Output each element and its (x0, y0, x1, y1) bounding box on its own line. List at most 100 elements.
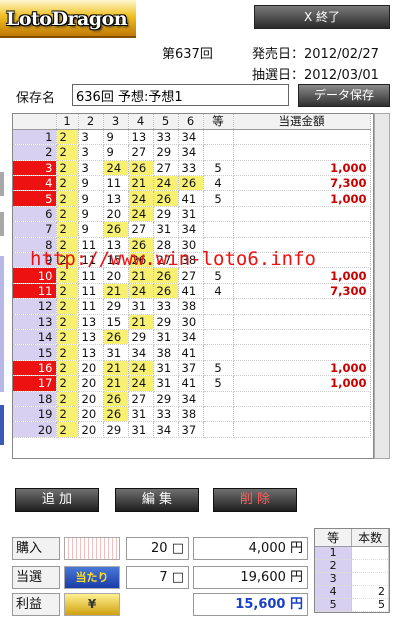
table-row[interactable]: 20 2 20 29 31 34 37 (13, 421, 371, 438)
delete-button[interactable]: 削 除 (213, 488, 297, 512)
table-row[interactable]: 5 2 9 13 24 26 41 5 1,000 (13, 190, 371, 207)
pick-number: 28 (153, 237, 179, 254)
table-row[interactable]: 18 2 20 26 27 29 34 (13, 391, 371, 407)
table-row[interactable]: 1 2 3 9 13 33 34 (13, 129, 371, 146)
rank-count (351, 572, 389, 586)
pick-number: 29 (103, 298, 129, 315)
rank-number: 2 (315, 559, 353, 573)
row-index: 5 (13, 190, 57, 207)
pick-number: 24 (153, 175, 179, 192)
table-row[interactable]: 6 2 9 20 24 29 31 (13, 206, 371, 223)
pick-number: 9 (78, 206, 104, 223)
pick-number: 34 (128, 344, 154, 361)
row-index: 14 (13, 329, 57, 346)
prize-rank (203, 252, 234, 269)
add-button[interactable]: 追 加 (15, 488, 99, 512)
profit-amount: 15,600 円 (193, 593, 308, 616)
edit-button[interactable]: 編 集 (115, 488, 199, 512)
pick-number: 2 (56, 298, 79, 315)
pick-number: 26 (103, 391, 129, 407)
side-tab[interactable] (0, 172, 4, 196)
pick-number: 33 (178, 160, 204, 177)
table-row[interactable]: 15 2 13 31 34 38 41 (13, 344, 371, 361)
pick-number: 37 (178, 421, 204, 438)
pick-number: 2 (56, 206, 79, 223)
yen-icon: ¥ (64, 593, 120, 616)
table-row[interactable]: 17 2 20 21 24 31 41 5 1,000 (13, 375, 371, 392)
column-header[interactable]: 1 (56, 114, 79, 130)
column-header[interactable]: 6 (178, 114, 204, 130)
prize-rank (203, 314, 234, 330)
column-header[interactable] (13, 114, 57, 130)
pick-number: 24 (128, 375, 154, 392)
lottery-date-row: 抽選日：2012/03/01 (252, 64, 379, 83)
pick-number: 2 (56, 237, 79, 254)
prize-amount (233, 221, 371, 238)
table-row[interactable]: 16 2 20 21 24 31 37 5 1,000 (13, 360, 371, 377)
table-row[interactable]: 8 2 11 13 26 28 30 (13, 237, 371, 254)
prize-rank (203, 221, 234, 238)
exit-button[interactable]: X 終了 (254, 5, 390, 29)
column-header[interactable]: 3 (103, 114, 129, 130)
prize-rank: 5 (203, 375, 234, 392)
lottery-date-label: 抽選日： (252, 68, 305, 83)
pick-number: 2 (56, 175, 79, 192)
pick-number: 31 (128, 421, 154, 438)
table-row[interactable]: 11 2 11 21 24 26 41 4 7,300 (13, 283, 371, 300)
table-row[interactable]: 19 2 20 26 31 33 38 (13, 406, 371, 423)
prize-rank (203, 391, 234, 407)
grid-scrollbar[interactable] (374, 113, 390, 459)
purchase-count: 20 □ (126, 537, 189, 560)
pick-number: 29 (153, 144, 179, 161)
prize-rank (203, 206, 234, 223)
pick-number: 9 (103, 144, 129, 161)
pick-number: 15 (103, 314, 129, 330)
pick-number: 33 (153, 298, 179, 315)
table-row[interactable]: 10 2 11 20 21 26 27 5 1,000 (13, 267, 371, 284)
ticket-icon (64, 537, 120, 560)
pick-number: 29 (153, 314, 179, 330)
pick-number: 29 (153, 391, 179, 407)
pick-number: 20 (78, 406, 104, 423)
side-tab[interactable] (0, 212, 4, 236)
table-row[interactable]: 3 2 3 24 26 27 33 5 1,000 (13, 160, 371, 177)
purchase-amount: 4,000 円 (193, 537, 308, 560)
pick-number: 11 (78, 283, 104, 300)
pick-number: 26 (128, 252, 154, 269)
pick-number: 13 (78, 329, 104, 346)
pick-number: 21 (128, 314, 154, 330)
table-row[interactable]: 4 2 9 11 21 24 26 4 7,300 (13, 175, 371, 192)
pick-number: 31 (178, 206, 204, 223)
side-tab[interactable] (0, 405, 4, 445)
prize-amount (233, 144, 371, 161)
column-header[interactable]: 2 (78, 114, 104, 130)
table-row[interactable]: 9 2 11 15 26 27 38 (13, 252, 371, 269)
pick-number: 13 (78, 344, 104, 361)
pick-number: 24 (128, 206, 154, 223)
pick-number: 9 (78, 175, 104, 192)
table-row[interactable]: 2 2 3 9 27 29 34 (13, 144, 371, 161)
table-row[interactable]: 13 2 13 15 21 29 30 (13, 314, 371, 330)
rank-count: 5 (351, 598, 389, 612)
rank-count: 2 (351, 585, 389, 599)
column-header[interactable]: 等 (203, 114, 234, 130)
rank-header-row: 等本数 (315, 529, 389, 547)
column-header[interactable]: 当選金額 (233, 114, 371, 130)
pick-number: 31 (103, 344, 129, 361)
table-row[interactable]: 12 2 11 29 31 33 38 (13, 298, 371, 315)
rank-row: 1 (315, 546, 389, 560)
prize-amount (233, 206, 371, 223)
save-name-input[interactable] (72, 84, 289, 106)
data-save-button[interactable]: データ保存 (298, 84, 390, 107)
column-header[interactable]: 4 (128, 114, 154, 130)
prize-amount (233, 129, 371, 146)
pick-number: 27 (128, 221, 154, 238)
side-tab[interactable] (0, 256, 4, 392)
pick-number: 21 (103, 375, 129, 392)
pick-number: 13 (78, 314, 104, 330)
column-header[interactable]: 5 (153, 114, 179, 130)
table-row[interactable]: 14 2 13 26 29 31 34 (13, 329, 371, 346)
prize-rank: 4 (203, 283, 234, 300)
table-row[interactable]: 7 2 9 26 27 31 34 (13, 221, 371, 238)
row-index: 18 (13, 391, 57, 407)
